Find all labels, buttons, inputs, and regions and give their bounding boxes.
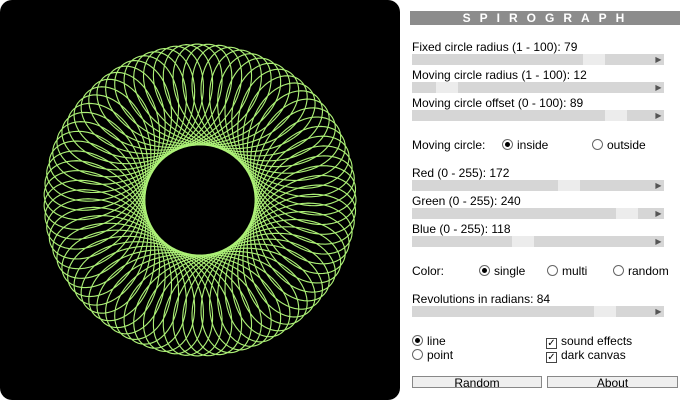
moving-circle-group: Moving circle: inside outside	[412, 137, 672, 153]
slider-arrow-icon[interactable]: ▶	[653, 54, 664, 65]
radio-inside[interactable]	[502, 139, 513, 150]
radio-outside[interactable]	[592, 139, 603, 150]
radio-point[interactable]	[412, 349, 423, 360]
dark-canvas-option[interactable]: ✓ dark canvas	[546, 347, 626, 363]
controls-panel: SPIROGRAPH Fixed circle radius (1 - 100)…	[410, 11, 680, 401]
slider-thumb[interactable]	[558, 180, 580, 191]
about-button[interactable]: About	[547, 376, 678, 389]
slider-arrow-icon[interactable]: ▶	[653, 110, 664, 121]
draw-point-option[interactable]: point	[412, 347, 453, 363]
slider-thumb[interactable]	[436, 82, 458, 93]
slider-track	[412, 54, 662, 65]
slider-arrow-icon[interactable]: ▶	[653, 82, 664, 93]
spirograph-canvas[interactable]	[0, 0, 400, 400]
spirograph-drawing	[43, 43, 357, 357]
radio-line[interactable]	[412, 335, 423, 346]
radio-multi[interactable]	[547, 265, 558, 276]
blue-slider[interactable]: ▶	[412, 233, 664, 247]
slider-thumb[interactable]	[594, 306, 616, 317]
slider-thumb[interactable]	[583, 54, 605, 65]
color-single-option[interactable]: single	[479, 263, 525, 279]
green-slider[interactable]: ▶	[412, 205, 664, 219]
slider-arrow-icon[interactable]: ▶	[653, 180, 664, 191]
slider-thumb[interactable]	[616, 208, 638, 219]
moving-circle-label: Moving circle:	[412, 138, 486, 152]
slider-track	[412, 180, 662, 191]
moving-outside-option[interactable]: outside	[592, 137, 646, 153]
radio-random[interactable]	[613, 265, 624, 276]
color-multi-option[interactable]: multi	[547, 263, 587, 279]
slider-track	[412, 236, 662, 247]
slider-track	[412, 306, 662, 317]
checkbox-dark-canvas[interactable]: ✓	[546, 352, 557, 363]
app-title: SPIROGRAPH	[410, 11, 680, 25]
moving-radius-slider[interactable]: ▶	[412, 79, 664, 93]
slider-arrow-icon[interactable]: ▶	[653, 236, 664, 247]
moving-inside-option[interactable]: inside	[502, 137, 548, 153]
slider-arrow-icon[interactable]: ▶	[653, 208, 664, 219]
color-mode-group: Color: single multi random	[412, 263, 672, 279]
slider-thumb[interactable]	[512, 236, 534, 247]
spirograph-curve	[43, 43, 357, 357]
color-random-option[interactable]: random	[613, 263, 669, 279]
slider-thumb[interactable]	[605, 110, 627, 121]
radio-single[interactable]	[479, 265, 490, 276]
revolutions-slider[interactable]: ▶	[412, 303, 664, 317]
slider-arrow-icon[interactable]: ▶	[653, 306, 664, 317]
draw-mode-row-point: point ✓ dark canvas	[412, 347, 672, 363]
red-slider[interactable]: ▶	[412, 177, 664, 191]
random-button[interactable]: Random	[412, 376, 542, 389]
color-label: Color:	[412, 264, 445, 278]
moving-offset-slider[interactable]: ▶	[412, 107, 664, 121]
fixed-radius-slider[interactable]: ▶	[412, 51, 664, 65]
